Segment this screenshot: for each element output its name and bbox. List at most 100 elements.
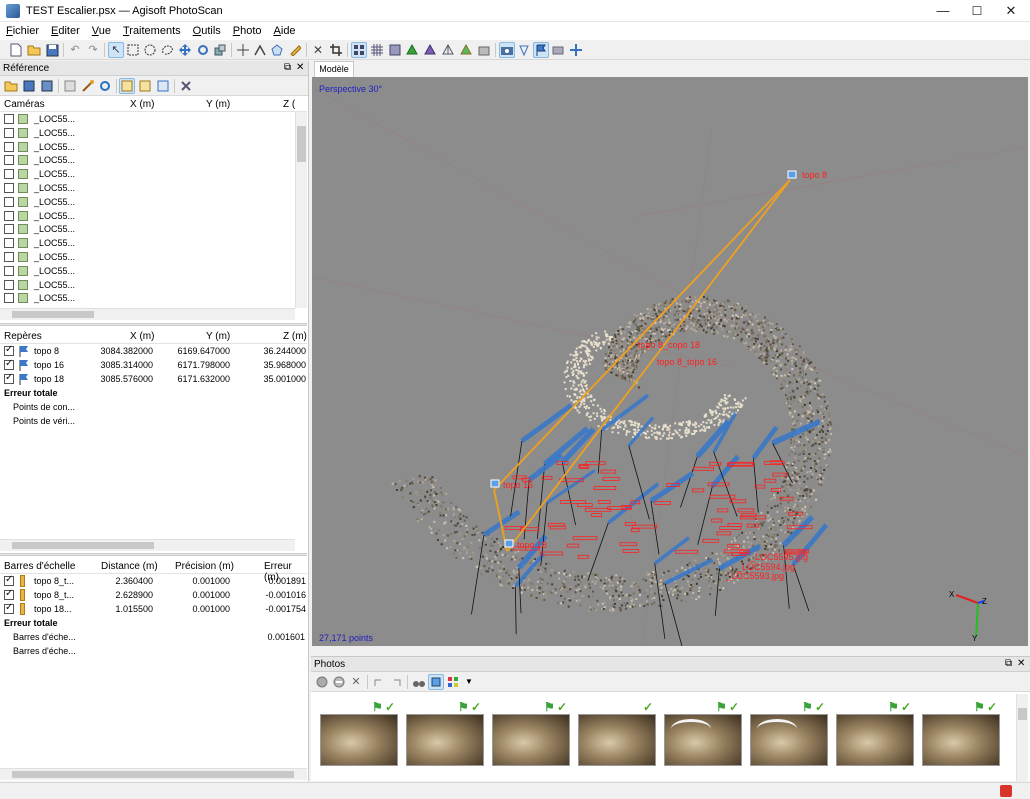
minimize-button[interactable]: — — [926, 0, 960, 22]
enable-camera-icon[interactable] — [314, 674, 330, 690]
scalebars-control-row[interactable]: Barres d'éche... 0.001601 — [0, 631, 307, 645]
model-shaded-icon[interactable] — [404, 42, 420, 58]
close-panel-icon[interactable]: ✕ — [296, 62, 304, 73]
menu-fichier[interactable]: Fichier — [0, 22, 45, 40]
update-icon[interactable] — [97, 78, 113, 94]
view-dropdown-icon[interactable]: ▼ — [461, 674, 477, 690]
scalebar-row[interactable]: topo 18...1.0155000.001000-0.001754 — [0, 602, 307, 617]
remove-camera-icon[interactable]: ✕ — [348, 674, 364, 690]
close-button[interactable]: ✕ — [994, 0, 1028, 22]
camera-checkbox[interactable] — [4, 196, 14, 207]
crop-selection-icon[interactable] — [328, 42, 344, 58]
redo-icon[interactable]: ↷ — [85, 42, 101, 58]
navigation-icon[interactable]: ↖ — [108, 42, 124, 58]
menu-outils[interactable]: Outils — [187, 22, 227, 40]
import-icon[interactable] — [3, 78, 19, 94]
show-cameras-grid-icon[interactable] — [351, 42, 367, 58]
camera-row[interactable]: _LOC55... — [0, 292, 295, 306]
rotate-left-icon[interactable] — [371, 674, 387, 690]
scale-object-icon[interactable] — [212, 42, 228, 58]
rectangle-selection-icon[interactable] — [125, 42, 141, 58]
show-shapes-icon[interactable] — [516, 42, 532, 58]
photo-thumbnail[interactable] — [836, 714, 914, 766]
camera-checkbox[interactable] — [4, 141, 14, 152]
thumbnails-view-icon[interactable] — [428, 674, 444, 690]
photo-thumbnail[interactable] — [750, 714, 828, 766]
float-photos-panel-icon[interactable]: ⧉ — [1005, 658, 1012, 669]
photos-scrollbar[interactable] — [1016, 694, 1028, 781]
markers-hscrollbar[interactable] — [0, 539, 295, 551]
dense-grid-icon[interactable] — [369, 42, 385, 58]
marker-row[interactable]: topo 183085.5760006171.63200035.001000 — [0, 372, 307, 387]
camera-checkbox[interactable] — [4, 265, 14, 276]
save-project-icon[interactable] — [44, 42, 60, 58]
menu-photo[interactable]: Photo — [227, 22, 268, 40]
show-markers-icon[interactable] — [533, 42, 549, 58]
control-points-row[interactable]: Points de con... — [0, 401, 295, 415]
marker-flag-icon[interactable] — [504, 539, 514, 549]
optimize-wand-icon[interactable] — [80, 78, 96, 94]
photo-thumbnail[interactable] — [406, 714, 484, 766]
scalebar-row[interactable]: topo 8_t...2.3604000.0010000.001891 — [0, 574, 307, 589]
close-photos-panel-icon[interactable]: ✕ — [1017, 658, 1025, 669]
model-solid-icon[interactable] — [422, 42, 438, 58]
float-panel-icon[interactable]: ⧉ — [284, 62, 291, 73]
scalebar-checkbox[interactable] — [4, 588, 14, 600]
camera-row[interactable]: _LOC55... — [0, 265, 295, 279]
camera-row[interactable]: _LOC55... — [0, 182, 295, 196]
export-icon[interactable] — [21, 78, 37, 94]
marker-row[interactable]: topo 163085.3140006171.79800035.968000 — [0, 358, 307, 373]
marker-checkbox[interactable] — [4, 372, 14, 384]
delete-selection-icon[interactable]: ✕ — [310, 42, 326, 58]
maximize-button[interactable]: ☐ — [960, 0, 994, 22]
marker-checkbox[interactable] — [4, 358, 14, 370]
camera-row[interactable]: _LOC55... — [0, 141, 295, 155]
camera-row[interactable]: _LOC55... — [0, 223, 295, 237]
model-textured-icon[interactable] — [458, 42, 474, 58]
ruler-icon[interactable] — [287, 42, 303, 58]
camera-row[interactable]: _LOC55... — [0, 210, 295, 224]
ruler-point-icon[interactable] — [235, 42, 251, 58]
free-form-selection-icon[interactable] — [159, 42, 175, 58]
camera-checkbox[interactable] — [4, 210, 14, 221]
menu-aide[interactable]: Aide — [268, 22, 302, 40]
marker-row[interactable]: topo 83084.3820006169.64700036.244000 — [0, 344, 307, 359]
warning-icon[interactable] — [1000, 785, 1012, 797]
show-region-icon[interactable] — [550, 42, 566, 58]
binoculars-icon[interactable] — [411, 674, 427, 690]
scalebar-checkbox[interactable] — [4, 602, 14, 614]
camera-checkbox[interactable] — [4, 293, 14, 304]
photo-thumbnail[interactable] — [492, 714, 570, 766]
camera-row[interactable]: _LOC55... — [0, 251, 295, 265]
camera-checkbox[interactable] — [4, 155, 14, 166]
move-object-icon[interactable] — [177, 42, 193, 58]
grid-view-icon[interactable] — [445, 674, 461, 690]
camera-row[interactable]: _LOC55... — [0, 196, 295, 210]
camera-row[interactable]: _LOC55... — [0, 279, 295, 293]
photo-thumbnail[interactable] — [922, 714, 1000, 766]
photo-thumbnail[interactable] — [664, 714, 742, 766]
camera-checkbox[interactable] — [4, 238, 14, 249]
camera-row[interactable]: _LOC55... — [0, 154, 295, 168]
rotate-right-icon[interactable] — [388, 674, 404, 690]
camera-row[interactable]: _LOC55... — [0, 237, 295, 251]
scalebars-hscrollbar[interactable] — [0, 768, 307, 780]
camera-checkbox[interactable] — [4, 252, 14, 262]
show-cameras-icon[interactable] — [499, 42, 515, 58]
marker-checkbox[interactable] — [4, 344, 14, 356]
disable-camera-icon[interactable] — [331, 674, 347, 690]
camera-row[interactable]: _LOC55... — [0, 127, 295, 141]
dem-icon[interactable] — [476, 42, 492, 58]
camera-checkbox[interactable] — [4, 279, 14, 290]
menu-vue[interactable]: Vue — [86, 22, 117, 40]
scalebar-checkbox[interactable] — [4, 574, 14, 586]
undo-icon[interactable]: ↶ — [67, 42, 83, 58]
marker-flag-icon[interactable] — [787, 170, 797, 180]
marker-flag-icon[interactable] — [490, 479, 500, 489]
camera-row[interactable]: _LOC55... — [0, 113, 295, 127]
rotate-object-icon[interactable] — [195, 42, 211, 58]
camera-checkbox[interactable] — [4, 224, 14, 235]
tab-model[interactable]: Modèle — [314, 61, 354, 77]
photo-thumbnail[interactable] — [578, 714, 656, 766]
tiled-model-icon[interactable] — [387, 42, 403, 58]
